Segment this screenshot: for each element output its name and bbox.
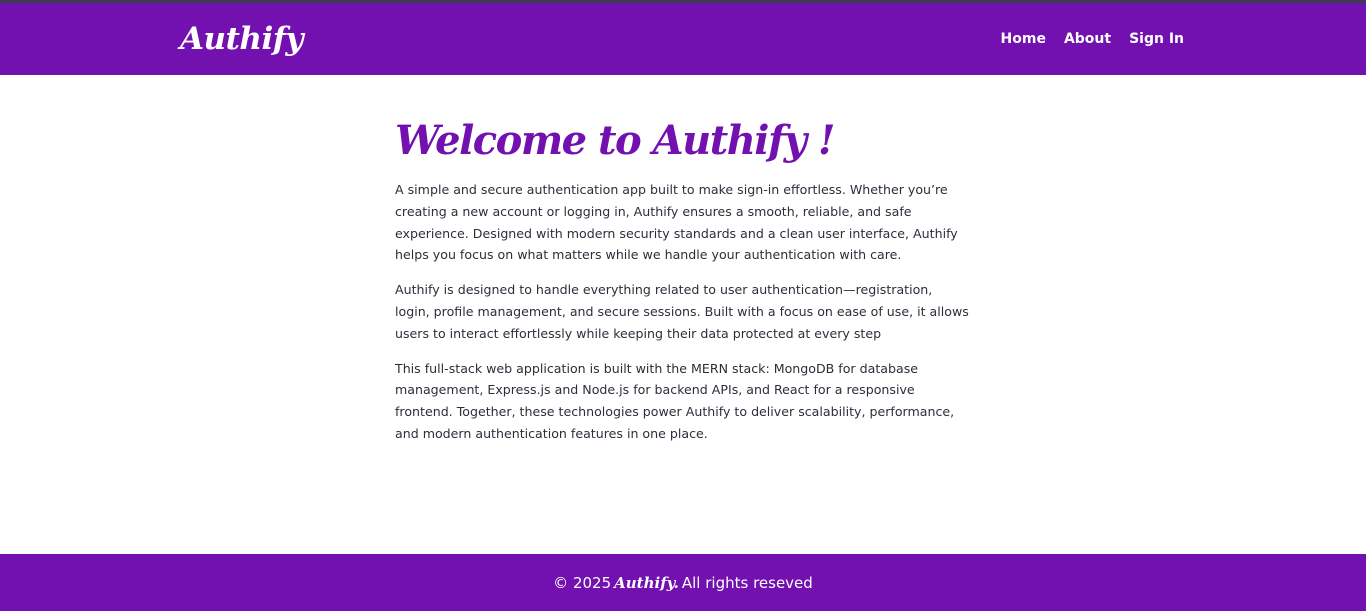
footer-rights: All rights reseved [681, 573, 813, 592]
intro-paragraph: A simple and secure authentication app b… [395, 182, 958, 263]
navbar: Authify Home About Sign In [0, 3, 1366, 75]
footer-copyright: © 2025 [553, 573, 612, 592]
brand-logo[interactable]: Authify [180, 21, 304, 57]
main-content: Welcome to Authify ! A simple and secure… [395, 113, 970, 458]
nav-link-sign-in[interactable]: Sign In [1129, 31, 1184, 47]
nav-link-home[interactable]: Home [1001, 31, 1046, 47]
features-paragraph: Authify is designed to handle everything… [395, 282, 969, 341]
page-title: Welcome to Authify ! [395, 117, 835, 164]
footer-brand: Authify. [614, 573, 679, 592]
footer: © 2025 Authify. All rights reseved [0, 554, 1366, 611]
nav-links: Home About Sign In [1001, 31, 1184, 47]
tech-stack-paragraph: This full-stack web application is built… [395, 360, 955, 441]
nav-link-about[interactable]: About [1064, 31, 1111, 47]
